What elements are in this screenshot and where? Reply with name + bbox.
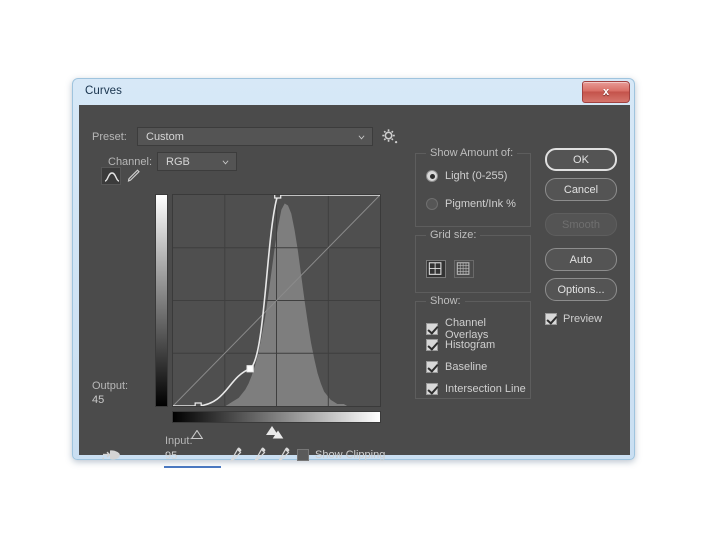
show-clipping-box xyxy=(297,449,309,461)
curve-graph-area xyxy=(155,194,381,440)
grid-size-title: Grid size: xyxy=(426,229,481,241)
show-amount-group: Show Amount of: Light (0-255) Pigment/In… xyxy=(415,147,531,227)
triangle-outline-icon xyxy=(190,429,204,440)
checkbox-channel-overlays[interactable]: Channel Overlays xyxy=(426,317,530,341)
grid-ten-percent-button[interactable] xyxy=(454,260,474,278)
checkbox-intersection-line[interactable]: Intersection Line xyxy=(426,383,526,395)
white-point-slider[interactable] xyxy=(266,426,284,439)
preview-box xyxy=(545,313,557,325)
baseline-label: Baseline xyxy=(445,361,488,373)
grid-2x2-icon xyxy=(428,262,442,275)
show-group: Show: Channel Overlays Histogram Baselin… xyxy=(415,295,531,399)
preview-checkbox[interactable]: Preview xyxy=(545,313,602,325)
output-label: Output: xyxy=(92,380,129,392)
input-gradient-bar xyxy=(172,411,381,423)
smooth-button: Smooth xyxy=(545,213,617,236)
radio-light-dot xyxy=(426,170,438,182)
radio-pigment-dot xyxy=(426,198,438,210)
grid-size-group: Grid size: xyxy=(415,229,531,293)
curves-dialog-window: Curves x Preset: Custom Channel: RGB Out… xyxy=(72,78,635,468)
dialog-body: Preset: Custom Channel: RGB Output: 45 I… xyxy=(79,105,630,468)
channel-select[interactable]: RGB xyxy=(157,152,237,171)
baseline-box xyxy=(426,361,438,373)
on-image-adjustment-icon[interactable] xyxy=(101,446,125,464)
input-value[interactable]: 95 xyxy=(165,450,177,462)
curve-tool-button[interactable] xyxy=(101,167,121,185)
input-scrubby-underline xyxy=(164,466,221,468)
options-button[interactable]: Options... xyxy=(545,278,617,301)
close-button[interactable]: x xyxy=(582,81,630,103)
intersection-line-box xyxy=(426,383,438,395)
gear-icon[interactable] xyxy=(381,128,398,145)
ok-button[interactable]: OK xyxy=(545,148,617,171)
pencil-tool-icon xyxy=(127,169,140,182)
preview-label: Preview xyxy=(563,313,603,325)
output-value[interactable]: 45 xyxy=(92,394,104,406)
chevron-down-icon xyxy=(358,135,365,140)
show-amount-title: Show Amount of: xyxy=(426,147,518,159)
titlebar: Curves x xyxy=(73,79,634,106)
window-title: Curves xyxy=(85,85,123,97)
triangle-filled-icon xyxy=(273,430,284,439)
chevron-down-icon xyxy=(222,160,229,165)
grid-quarter-tone-button[interactable] xyxy=(426,260,446,278)
channel-overlays-box xyxy=(426,323,438,335)
preset-value: Custom xyxy=(146,131,184,143)
black-point-slider[interactable] xyxy=(185,426,204,440)
preset-select[interactable]: Custom xyxy=(137,127,373,146)
output-gradient-bar xyxy=(155,194,168,407)
curve-plot xyxy=(173,195,380,406)
show-title: Show: xyxy=(426,295,465,307)
preset-label: Preset: xyxy=(92,131,127,143)
radio-pigment[interactable]: Pigment/Ink % xyxy=(426,198,516,210)
histogram-label: Histogram xyxy=(445,339,496,351)
eyedropper-white-icon[interactable] xyxy=(275,447,291,465)
cancel-button[interactable]: Cancel xyxy=(545,178,617,201)
radio-pigment-label: Pigment/Ink % xyxy=(445,198,516,210)
curve-tool-icon xyxy=(104,172,120,182)
radio-light[interactable]: Light (0-255) xyxy=(426,170,507,182)
show-clipping-label: Show Clipping xyxy=(315,449,386,461)
pencil-tool-button[interactable] xyxy=(124,167,144,185)
close-icon: x xyxy=(602,86,610,98)
histogram-box xyxy=(426,339,438,351)
radio-light-label: Light (0-255) xyxy=(445,170,508,182)
input-label: Input: xyxy=(165,435,193,447)
intersection-line-label: Intersection Line xyxy=(445,383,526,395)
checkbox-histogram[interactable]: Histogram xyxy=(426,339,495,351)
channel-overlays-label: Channel Overlays xyxy=(445,317,489,341)
checkbox-baseline[interactable]: Baseline xyxy=(426,361,487,373)
eyedropper-black-icon[interactable] xyxy=(227,447,243,465)
eyedropper-gray-icon[interactable] xyxy=(251,447,267,465)
channel-value: RGB xyxy=(166,156,190,168)
curve-canvas[interactable] xyxy=(172,194,381,407)
auto-button[interactable]: Auto xyxy=(545,248,617,271)
show-clipping-checkbox[interactable]: Show Clipping xyxy=(297,449,385,461)
grid-4x4-icon xyxy=(456,262,470,275)
